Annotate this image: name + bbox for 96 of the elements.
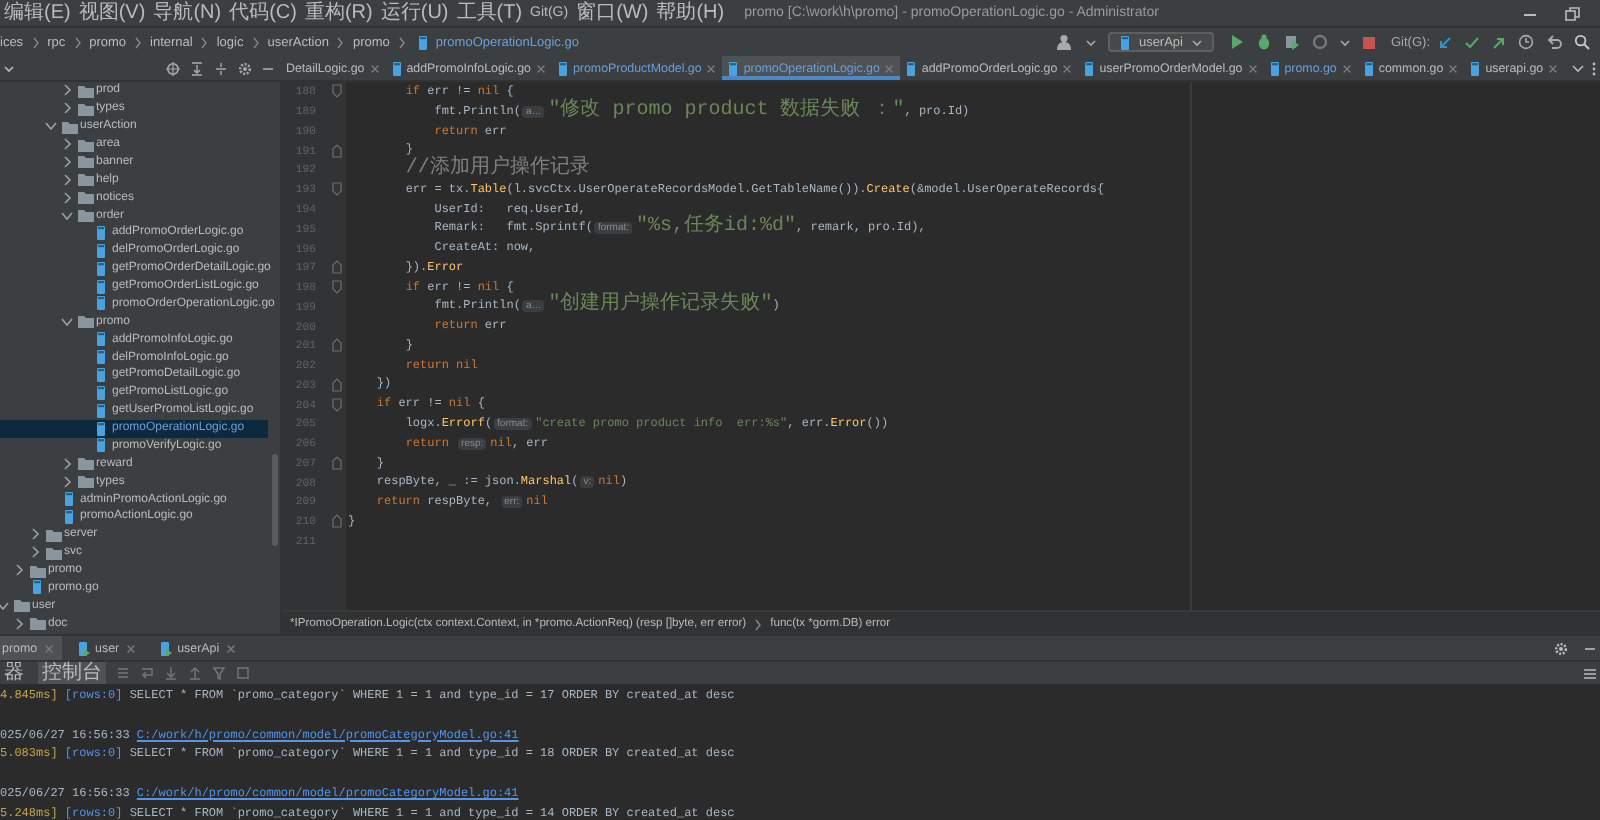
menu-item[interactable]: 运行(U): [376, 0, 453, 26]
caret-icon[interactable]: [60, 207, 74, 224]
code-line: //添加用户操作记录: [403, 160, 590, 180]
fold-icon[interactable]: [332, 377, 342, 392]
clock-icon[interactable]: [1518, 34, 1534, 50]
menu-item[interactable]: 视图(V): [74, 0, 150, 26]
profiler-icon[interactable]: [1311, 34, 1327, 50]
up-arrow-icon[interactable]: [188, 666, 202, 680]
caret-icon[interactable]: [60, 153, 74, 170]
chevron-icon: [134, 35, 143, 49]
coverage-icon[interactable]: [1283, 34, 1299, 50]
menu-item[interactable]: 帮助(H): [652, 0, 729, 26]
filter-icon[interactable]: [212, 666, 226, 680]
chevron-icon: [754, 617, 763, 631]
fold-icon[interactable]: [332, 514, 342, 529]
undo-icon[interactable]: [1546, 34, 1562, 50]
close-icon[interactable]: [1448, 63, 1459, 73]
caret-icon[interactable]: [4, 63, 14, 73]
caret-icon[interactable]: [1191, 37, 1201, 47]
gear-icon[interactable]: [1554, 641, 1568, 655]
menu-item[interactable]: 工具(T): [452, 0, 527, 26]
push-arrow-icon[interactable]: [1492, 35, 1506, 49]
menu-item[interactable]: 编辑(E): [0, 0, 75, 26]
close-icon[interactable]: [1062, 63, 1073, 73]
menu-item[interactable]: 重构(R): [300, 0, 377, 26]
stop-icon[interactable]: [1361, 35, 1375, 49]
caret-icon[interactable]: [12, 615, 26, 632]
caret-icon[interactable]: [60, 100, 74, 117]
fold-icon[interactable]: [332, 338, 342, 353]
go-file-icon: [417, 35, 428, 49]
chevron-icon: [397, 35, 406, 49]
console-tab[interactable]: 器: [0, 661, 28, 685]
caret-icon[interactable]: [60, 473, 74, 490]
crosshair-icon[interactable]: [166, 61, 180, 75]
go-file-icon: [95, 332, 105, 347]
list-icon[interactable]: [116, 666, 130, 680]
fold-icon[interactable]: [332, 280, 342, 295]
caret-icon[interactable]: [12, 562, 26, 579]
search-icon[interactable]: [1574, 34, 1590, 50]
bug-icon[interactable]: [1255, 34, 1271, 50]
caret-icon[interactable]: [28, 526, 42, 543]
menu-item[interactable]: 导航(N): [149, 0, 226, 26]
menu-item[interactable]: 窗口(W): [572, 0, 653, 26]
close-icon[interactable]: [1247, 63, 1258, 73]
caret-icon[interactable]: [60, 313, 74, 330]
chevron-down-icon[interactable]: [1572, 63, 1584, 73]
expand-icon[interactable]: [214, 61, 228, 75]
close-icon[interactable]: [225, 643, 236, 653]
console-tab[interactable]: 控制台: [38, 661, 106, 685]
chevron-icon: [73, 35, 82, 49]
down-arrow-icon[interactable]: [164, 666, 178, 680]
close-icon[interactable]: [369, 63, 380, 73]
fold-icon[interactable]: [332, 182, 342, 197]
caret-icon[interactable]: [60, 82, 74, 99]
caret-icon[interactable]: [1086, 37, 1097, 47]
chevron-icon: [336, 35, 345, 49]
menu-icon[interactable]: [1584, 667, 1596, 679]
caret-icon[interactable]: [60, 171, 74, 188]
run-icon[interactable]: [1229, 34, 1243, 50]
caret-icon[interactable]: [60, 189, 74, 206]
close-icon[interactable]: [125, 643, 136, 653]
gear-icon[interactable]: [238, 61, 252, 75]
folder-icon: [77, 314, 93, 329]
chevron-icon: [200, 35, 209, 49]
clear-icon[interactable]: [236, 666, 250, 680]
close-icon[interactable]: [1341, 63, 1352, 73]
go-file-icon: [95, 261, 105, 276]
go-file-icon: [31, 580, 41, 595]
close-icon[interactable]: [535, 63, 546, 73]
user-icon[interactable]: [1056, 34, 1075, 50]
caret-icon[interactable]: [28, 544, 42, 561]
fold-icon[interactable]: [332, 260, 342, 275]
fold-icon[interactable]: [332, 143, 342, 158]
restore-icon[interactable]: [1564, 5, 1580, 21]
caret-icon[interactable]: [60, 136, 74, 153]
collapse-icon[interactable]: [190, 61, 204, 75]
fold-icon[interactable]: [332, 84, 342, 99]
update-arrow-icon[interactable]: [1438, 35, 1452, 49]
go-file-icon: [95, 225, 105, 240]
go-file-icon: [95, 385, 105, 400]
go-file-icon: [1120, 35, 1131, 49]
menu-item[interactable]: 代码(C): [225, 0, 301, 26]
chevron-icon: [31, 35, 40, 49]
go-file-icon: [95, 243, 105, 258]
fold-icon[interactable]: [332, 455, 342, 470]
caret-icon[interactable]: [0, 597, 10, 614]
check-icon[interactable]: [1464, 35, 1480, 49]
wrap-icon[interactable]: [140, 666, 154, 680]
chevron-icon: [251, 35, 260, 49]
caret-icon[interactable]: [1339, 37, 1349, 47]
go-file-icon: [95, 403, 105, 418]
close-icon[interactable]: [706, 63, 717, 73]
caret-icon[interactable]: [44, 118, 58, 135]
caret-icon[interactable]: [60, 455, 74, 472]
close-icon[interactable]: [1548, 63, 1559, 73]
fold-icon[interactable]: [332, 397, 342, 412]
